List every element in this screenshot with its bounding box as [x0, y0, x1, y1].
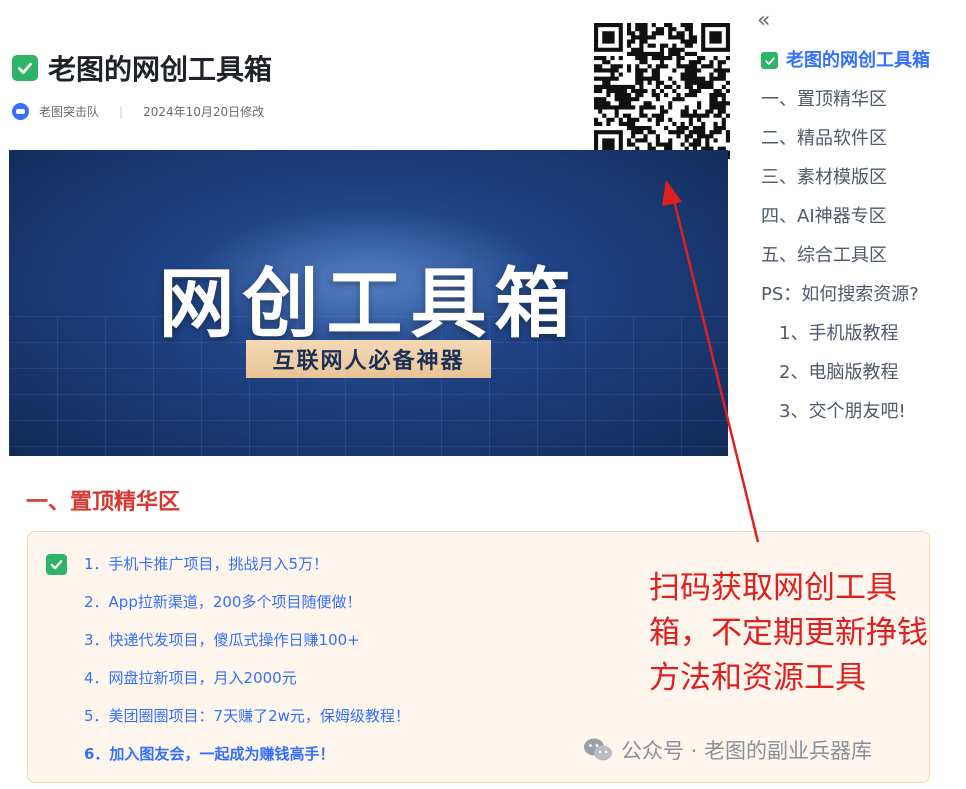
check-square-icon	[46, 554, 67, 575]
list-item[interactable]: 2．App拉新渠道，200多个项目随便做！	[84, 594, 410, 632]
toc-item[interactable]: PS：如何搜索资源?	[761, 284, 930, 323]
project-list: 1．手机卡推广项目，挑战月入5万！ 2．App拉新渠道，200多个项目随便做！ …	[84, 556, 410, 784]
double-chevron-left-icon[interactable]: «	[757, 10, 779, 32]
section-heading: 一、置顶精华区	[26, 490, 181, 515]
toc-item[interactable]: 三、素材模版区	[761, 167, 930, 206]
annotation-text: 扫码获取网创工具 箱，不定期更新挣钱 方法和资源工具	[649, 566, 949, 701]
annotation-line: 方法和资源工具	[649, 660, 866, 696]
toc-item-label: 四、AI神器专区	[761, 206, 887, 227]
author-name[interactable]: 老图突击队	[39, 103, 99, 120]
toc-item-label: 2、电脑版教程	[779, 362, 899, 383]
list-item[interactable]: 6．加入图友会，一起成为赚钱高手！	[84, 746, 410, 784]
check-square-icon	[12, 55, 38, 81]
watermark: 公众号 · 老图的副业兵器库	[583, 735, 872, 765]
watermark-text: 公众号 · 老图的副业兵器库	[621, 739, 873, 763]
meta-separator: |	[119, 104, 124, 119]
annotation-line: 箱，不定期更新挣钱	[649, 615, 928, 651]
toc-item[interactable]: 3、交个朋友吧!	[761, 401, 930, 440]
toc-item-label: 3、交个朋友吧!	[779, 401, 906, 422]
list-item[interactable]: 4．网盘拉新项目，月入2000元	[84, 670, 410, 708]
doc-title: 老图的网创工具箱	[12, 48, 272, 88]
list-item[interactable]: 5．美团圈圈项目：7天赚了2w元，保姆级教程！	[84, 708, 410, 746]
toc-item[interactable]: 1、手机版教程	[761, 323, 930, 362]
list-item[interactable]: 3．快递代发项目，傻瓜式操作日赚100+	[84, 632, 410, 670]
toc-item[interactable]: 四、AI神器专区	[761, 206, 930, 245]
banner-image: 网创工具箱 互联网人必备神器	[9, 150, 728, 456]
toc-item[interactable]: 五、综合工具区	[761, 245, 930, 284]
doc-title-text: 老图的网创工具箱	[48, 53, 273, 86]
toc-item-label: 二、精品软件区	[761, 128, 887, 149]
banner-subtitle: 互联网人必备神器	[246, 340, 491, 378]
toc-item[interactable]: 一、置顶精华区	[761, 89, 930, 128]
toc-item-title[interactable]: 老图的网创工具箱	[761, 50, 930, 89]
toc-item-label: 老图的网创工具箱	[786, 50, 930, 71]
check-square-icon	[761, 52, 778, 69]
banner-title: 网创工具箱	[158, 259, 579, 348]
toc-item-label: 1、手机版教程	[779, 323, 899, 344]
doc-meta: 老图突击队 | 2024年10月20日修改	[12, 103, 264, 120]
table-of-contents: 老图的网创工具箱 一、置顶精华区 二、精品软件区 三、素材模版区 四、AI神器专…	[761, 50, 930, 440]
toc-item[interactable]: 二、精品软件区	[761, 128, 930, 167]
avatar[interactable]	[12, 103, 29, 120]
toc-item-label: 一、置顶精华区	[761, 89, 887, 110]
wechat-icon	[584, 738, 612, 761]
qr-code-icon	[594, 23, 730, 159]
toc-item[interactable]: 2、电脑版教程	[761, 362, 930, 401]
toc-item-label: PS：如何搜索资源?	[761, 284, 919, 305]
modified-date: 2024年10月20日修改	[143, 105, 265, 119]
annotation-line: 扫码获取网创工具	[649, 570, 897, 606]
toc-item-label: 五、综合工具区	[761, 245, 887, 266]
list-item[interactable]: 1．手机卡推广项目，挑战月入5万！	[84, 556, 410, 594]
toc-item-label: 三、素材模版区	[761, 167, 887, 188]
